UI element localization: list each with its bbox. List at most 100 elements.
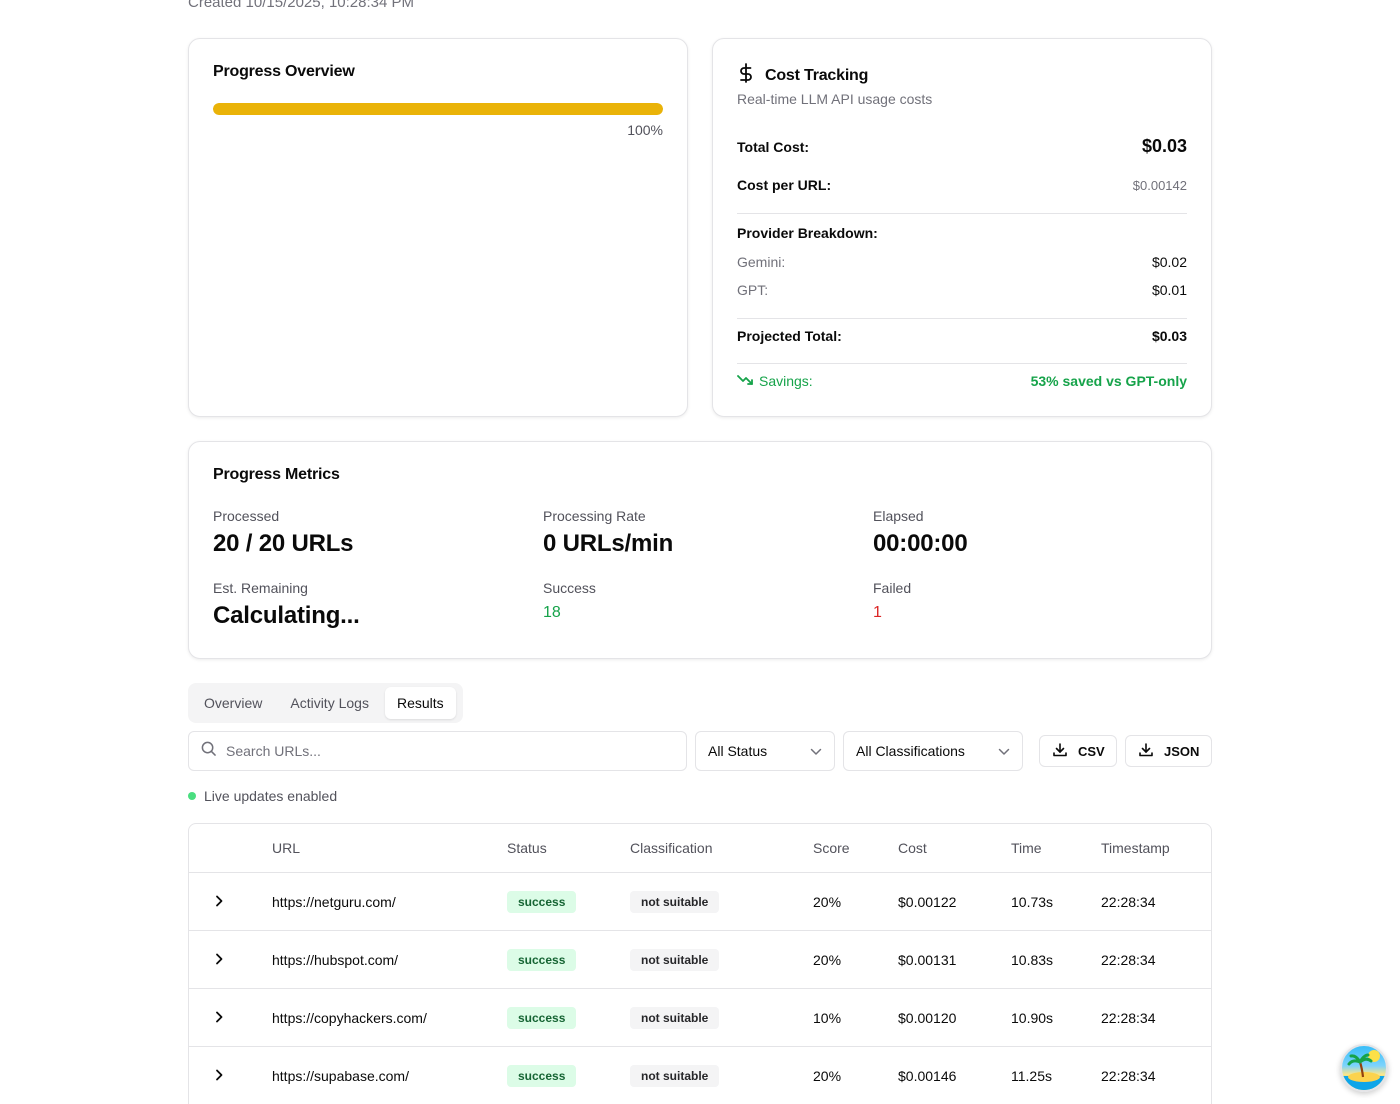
- total-cost-row: Total Cost: $0.03: [737, 136, 1187, 157]
- export-json-label: JSON: [1164, 743, 1200, 759]
- cost-per-url-row: Cost per URL: $0.00142: [737, 177, 1187, 193]
- status-badge: success: [507, 1006, 577, 1029]
- progress-bar: [213, 103, 663, 115]
- metric-value: 20 / 20 URLs: [213, 530, 354, 557]
- tab-list: Overview Activity Logs Results: [188, 683, 463, 723]
- metric-elapsed: Elapsed 00:00:00: [873, 508, 968, 558]
- metric-label: Failed: [873, 580, 912, 596]
- time-cell: 10.90s: [1011, 1009, 1054, 1026]
- savings-label: Savings:: [759, 373, 813, 389]
- metric-failed: Failed 1: [873, 580, 911, 622]
- status-cell: success: [507, 873, 577, 930]
- timestamp-cell: 22:28:34: [1101, 1009, 1156, 1026]
- expand-row-button[interactable]: [209, 989, 229, 1046]
- cost-cell: $0.00120: [898, 1009, 957, 1026]
- column-header-status[interactable]: Status: [507, 824, 547, 872]
- provider-value: $0.01: [1151, 282, 1187, 298]
- export-json-button[interactable]: JSON: [1125, 735, 1212, 767]
- status-badge: success: [507, 948, 577, 971]
- score-cell: 20%: [813, 893, 842, 910]
- trending-down-icon: [737, 373, 753, 389]
- metric-label: Processing Rate: [543, 508, 646, 524]
- table-row[interactable]: https://supabase.com/ success not suitab…: [189, 1047, 1211, 1104]
- metric-est-remaining: Est. Remaining Calculating...: [213, 580, 360, 630]
- time-cell: 10.83s: [1011, 951, 1054, 968]
- cost-tracking-subtitle: Real-time LLM API usage costs: [737, 91, 933, 107]
- status-filter-value: All Status: [708, 743, 768, 759]
- savings-label-group: Savings:: [737, 373, 813, 389]
- live-updates-label: Live updates enabled: [204, 788, 338, 804]
- search-input[interactable]: [226, 743, 666, 759]
- tab-activity-logs[interactable]: Activity Logs: [278, 687, 381, 719]
- column-header-url[interactable]: URL: [272, 824, 300, 872]
- cost-cell: $0.00146: [898, 1067, 957, 1084]
- expand-row-button[interactable]: [209, 873, 229, 930]
- progress-metrics-title: Progress Metrics: [213, 466, 340, 483]
- provider-row: Gemini: $0.02: [737, 254, 1187, 270]
- provider-breakdown-row: Provider Breakdown:: [737, 225, 1187, 241]
- metric-value: 00:00:00: [873, 530, 968, 557]
- expand-row-button[interactable]: [209, 1047, 229, 1104]
- table-header: URL Status Classification Score Cost Tim…: [189, 824, 1211, 873]
- search-icon: [201, 741, 216, 761]
- cost-cell: $0.00122: [898, 893, 957, 910]
- classification-badge: not suitable: [630, 1064, 720, 1087]
- cost-tracking-card: Cost Tracking Real-time LLM API usage co…: [712, 38, 1212, 417]
- classification-cell: not suitable: [630, 931, 720, 988]
- results-table: URL Status Classification Score Cost Tim…: [188, 823, 1212, 1104]
- expand-row-button[interactable]: [209, 931, 229, 988]
- chevron-right-icon: [215, 952, 223, 968]
- column-header-classification[interactable]: Classification: [630, 824, 712, 872]
- column-header-cost[interactable]: Cost: [898, 824, 927, 872]
- table-row[interactable]: https://copyhackers.com/ success not sui…: [189, 989, 1211, 1047]
- metric-label: Est. Remaining: [213, 580, 308, 596]
- url-cell: https://hubspot.com/: [272, 951, 399, 968]
- classification-cell: not suitable: [630, 1047, 720, 1104]
- timestamp-cell: 22:28:34: [1101, 951, 1156, 968]
- status-cell: success: [507, 1047, 577, 1104]
- table-row[interactable]: https://hubspot.com/ success not suitabl…: [189, 931, 1211, 989]
- tab-results[interactable]: Results: [384, 687, 456, 719]
- time-cell: 10.73s: [1011, 893, 1054, 910]
- live-status-dot: [188, 792, 196, 800]
- column-header-time[interactable]: Time: [1011, 824, 1042, 872]
- tab-overview[interactable]: Overview: [192, 687, 274, 719]
- export-csv-label: CSV: [1078, 743, 1105, 759]
- live-updates-indicator: Live updates enabled: [188, 788, 337, 804]
- cost-per-url-label: Cost per URL:: [737, 177, 832, 193]
- timestamp-cell: 22:28:34: [1101, 1067, 1156, 1084]
- search-box: [188, 731, 687, 771]
- provider-value: $0.02: [1151, 254, 1187, 270]
- progress-percent: 100%: [627, 122, 663, 138]
- total-cost-value: $0.03: [1141, 136, 1187, 156]
- url-cell: https://supabase.com/: [272, 1067, 409, 1084]
- provider-name: Gemini:: [737, 254, 786, 270]
- avatar[interactable]: [1340, 1044, 1388, 1092]
- chevron-right-icon: [215, 1010, 223, 1026]
- column-header-score[interactable]: Score: [813, 824, 850, 872]
- cost-tracking-header: Cost Tracking: [737, 63, 868, 88]
- time-cell: 11.25s: [1011, 1067, 1052, 1084]
- metric-value: 1: [873, 604, 882, 621]
- chevron-right-icon: [215, 1068, 223, 1084]
- status-filter-select[interactable]: All Status: [695, 731, 835, 771]
- classification-filter-select[interactable]: All Classifications: [843, 731, 1023, 771]
- cost-per-url-value: $0.00142: [1132, 177, 1187, 193]
- score-cell: 20%: [813, 951, 842, 968]
- table-row[interactable]: https://netguru.com/ success not suitabl…: [189, 873, 1211, 931]
- download-icon: [1052, 742, 1068, 761]
- projected-total-label: Projected Total:: [737, 328, 842, 344]
- status-badge: success: [507, 1064, 577, 1087]
- progress-metrics-card: Progress Metrics Processed 20 / 20 URLs …: [188, 441, 1212, 659]
- classification-badge: not suitable: [630, 890, 720, 913]
- url-cell: https://netguru.com/: [272, 893, 396, 910]
- progress-overview-title: Progress Overview: [213, 63, 355, 80]
- url-cell: https://copyhackers.com/: [272, 1009, 427, 1026]
- column-header-timestamp[interactable]: Timestamp: [1101, 824, 1170, 872]
- export-csv-button[interactable]: CSV: [1039, 735, 1117, 767]
- savings-value: 53% saved vs GPT-only: [1030, 373, 1187, 389]
- provider-breakdown-label: Provider Breakdown:: [737, 225, 878, 241]
- metric-value: 0 URLs/min: [543, 530, 674, 557]
- status-cell: success: [507, 989, 577, 1046]
- divider: [737, 318, 1187, 319]
